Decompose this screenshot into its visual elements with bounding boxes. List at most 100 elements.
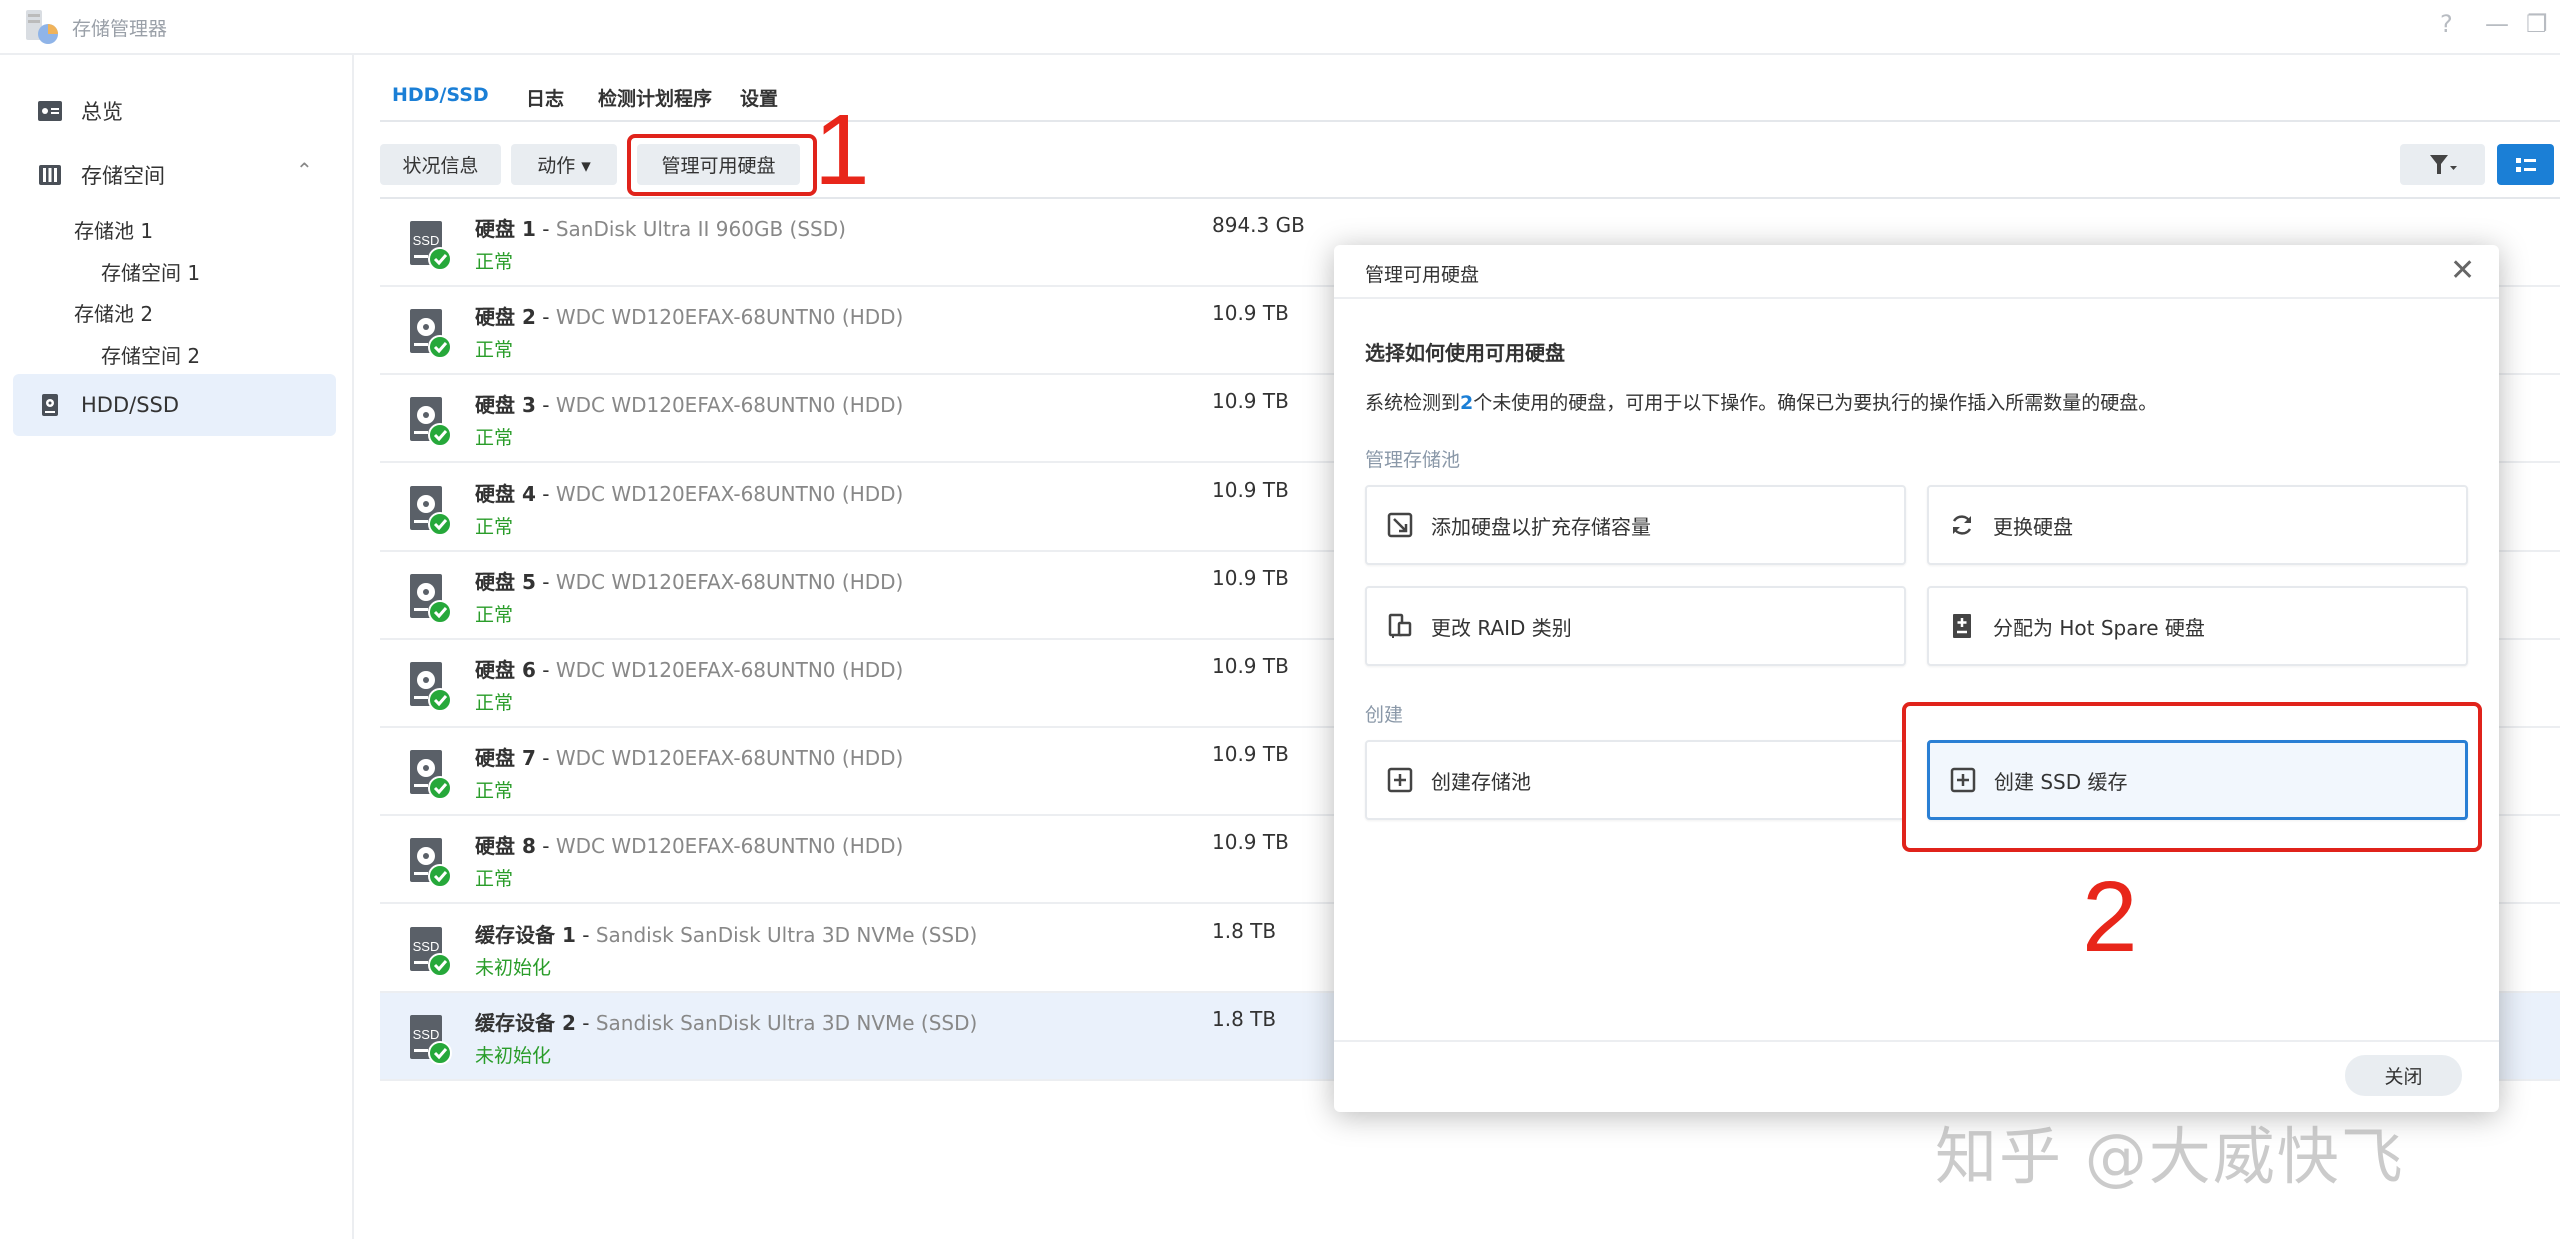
disk-label: 硬盘 6	[475, 658, 536, 682]
sidebar-item-label: 总览	[81, 100, 123, 124]
sidebar: 总览 存储空间 ⌃ 存储池 1 存储空间 1 存储池 2 存储空间 2 HDD/…	[0, 55, 354, 1239]
disk-size: 10.9 TB	[1212, 301, 1289, 326]
disk-name: 缓存设备 2 - Sandisk SanDisk Ultra 3D NVMe (…	[475, 1010, 978, 1035]
sidebar-item-pool-2[interactable]: 存储池 2	[74, 298, 153, 327]
replace-drive-card[interactable]: 更换硬盘	[1927, 485, 2468, 565]
sidebar-item-volume-2[interactable]: 存储空间 2	[101, 340, 200, 369]
card-label: 更改 RAID 类别	[1431, 615, 1572, 640]
restore-icon[interactable]: ❐	[2526, 10, 2548, 38]
tab-hdd-ssd[interactable]: HDD/SSD	[392, 84, 489, 106]
create-pool-card[interactable]: 创建存储池	[1365, 740, 1906, 820]
disk-model: WDC WD120EFAX-68UNTN0 (HDD)	[555, 481, 904, 506]
disk-status: 正常	[475, 427, 514, 450]
hdd-status-icon	[408, 660, 452, 714]
disk-model: WDC WD120EFAX-68UNTN0 (HDD)	[555, 658, 904, 682]
disk-size: 894.3 GB	[1212, 213, 1305, 237]
minimize-icon[interactable]: —	[2485, 10, 2509, 38]
add-drive-expand-card[interactable]: 添加硬盘以扩充存储容量	[1365, 485, 1906, 565]
dialog-heading: 选择如何使用可用硬盘	[1365, 341, 1565, 365]
action-dropdown-button[interactable]: 动作 ▾	[511, 144, 617, 185]
add-box-icon	[1387, 767, 1413, 793]
disk-size: 10.9 TB	[1212, 742, 1289, 767]
disk-model: WDC WD120EFAX-68UNTN0 (HDD)	[555, 569, 904, 594]
disk-size: 1.8 TB	[1212, 918, 1277, 943]
annotation-box-2	[1902, 702, 2482, 852]
disk-name: 硬盘 7 - WDC WD120EFAX-68UNTN0 (HDD)	[475, 746, 904, 771]
ssd-status-icon: SSD	[408, 1013, 452, 1067]
disk-name: 硬盘 4 - WDC WD120EFAX-68UNTN0 (HDD)	[475, 481, 904, 506]
filter-icon	[2429, 154, 2457, 174]
hdd-status-icon	[408, 395, 452, 449]
tab-log[interactable]: 日志	[526, 84, 564, 111]
change-raid-card[interactable]: 更改 RAID 类别	[1365, 586, 1906, 666]
close-button[interactable]: 关闭	[2345, 1055, 2462, 1096]
hdd-status-icon	[408, 748, 452, 802]
section-manage-pool: 管理存储池	[1365, 449, 1461, 471]
unused-drive-count: 2	[1460, 392, 1474, 414]
card-label: 分配为 Hot Spare 硬盘	[1993, 615, 2205, 640]
annotation-step-1: 1	[814, 94, 870, 206]
ssd-status-icon: SSD	[408, 925, 452, 979]
app-title: 存储管理器	[72, 18, 168, 40]
sidebar-item-label: HDD/SSD	[81, 393, 180, 417]
dialog-header: 管理可用硬盘 ✕	[1334, 245, 2499, 299]
raid-icon	[1388, 613, 1412, 638]
disk-model: SanDisk Ultra II 960GB (SSD)	[555, 217, 846, 241]
disk-label: 硬盘 4	[475, 481, 536, 506]
tab-test-schedule[interactable]: 检测计划程序	[598, 84, 712, 111]
disk-status: 正常	[475, 339, 514, 362]
hdd-icon	[42, 394, 58, 416]
disk-size: 10.9 TB	[1212, 477, 1289, 502]
disk-model: Sandisk SanDisk Ultra 3D NVMe (SSD)	[595, 922, 978, 947]
close-icon[interactable]: ✕	[2450, 253, 2475, 288]
disk-label: 硬盘 5	[475, 569, 536, 594]
disk-name: 硬盘 6 - WDC WD120EFAX-68UNTN0 (HDD)	[475, 658, 904, 682]
refresh-icon	[1952, 515, 1972, 535]
annotation-step-2: 2	[2082, 861, 2138, 973]
ssd-status-icon: SSD	[408, 219, 452, 273]
disk-status: 未初始化	[475, 956, 552, 979]
chevron-up-icon[interactable]: ⌃	[296, 158, 313, 182]
disk-label: 硬盘 2	[475, 305, 536, 330]
help-icon[interactable]: ?	[2440, 10, 2453, 38]
disk-name: 硬盘 5 - WDC WD120EFAX-68UNTN0 (HDD)	[475, 569, 904, 594]
disk-name: 硬盘 3 - WDC WD120EFAX-68UNTN0 (HDD)	[475, 393, 904, 418]
disk-name: 硬盘 1 - SanDisk Ultra II 960GB (SSD)	[475, 217, 846, 241]
storage-icon	[39, 165, 61, 185]
title-bar: 存储管理器 ? — ❐	[0, 0, 2560, 55]
disk-status: 正常	[475, 780, 514, 803]
sidebar-item-pool-1[interactable]: 存储池 1	[74, 215, 153, 244]
hdd-status-icon	[408, 836, 452, 890]
hdd-status-icon	[408, 307, 452, 361]
list-view-icon	[2515, 157, 2536, 172]
disk-status: 正常	[475, 868, 514, 891]
disk-status: 正常	[475, 603, 514, 626]
disk-name: 硬盘 2 - WDC WD120EFAX-68UNTN0 (HDD)	[475, 305, 904, 330]
filter-button[interactable]	[2400, 144, 2485, 185]
disk-status: 正常	[475, 515, 514, 538]
list-view-button[interactable]	[2497, 144, 2554, 185]
sidebar-item-storage[interactable]: 存储空间 ⌃	[13, 144, 336, 206]
overview-icon	[38, 101, 62, 121]
manage-drives-dialog: 管理可用硬盘 ✕ 选择如何使用可用硬盘 系统检测到2个未使用的硬盘，可用于以下操…	[1334, 245, 2499, 1112]
disk-label: 硬盘 7	[475, 746, 536, 771]
tab-settings[interactable]: 设置	[740, 84, 778, 111]
dialog-description: 系统检测到2个未使用的硬盘，可用于以下操作。确保已为要执行的操作插入所需数量的硬…	[1365, 388, 2157, 415]
card-label: 添加硬盘以扩充存储容量	[1431, 514, 1651, 539]
disk-status: 正常	[475, 251, 514, 273]
disk-model: WDC WD120EFAX-68UNTN0 (HDD)	[555, 393, 904, 418]
hot-spare-card[interactable]: 分配为 Hot Spare 硬盘	[1927, 586, 2468, 666]
svg-text:SSD: SSD	[413, 233, 440, 248]
sidebar-item-label: 存储空间	[81, 164, 165, 188]
status-info-button[interactable]: 状况信息	[380, 144, 501, 185]
disk-model: WDC WD120EFAX-68UNTN0 (HDD)	[555, 305, 904, 330]
sidebar-item-volume-1[interactable]: 存储空间 1	[101, 257, 200, 286]
svg-text:SSD: SSD	[413, 939, 440, 954]
sidebar-item-overview[interactable]: 总览	[13, 80, 336, 142]
disk-label: 硬盘 3	[475, 393, 536, 418]
disk-name: 硬盘 8 - WDC WD120EFAX-68UNTN0 (HDD)	[475, 834, 904, 859]
desc-text: 个未使用的硬盘，可用于以下操作。确保已为要执行的操作插入所需数量的硬盘。	[1473, 392, 2158, 414]
disk-status: 未初始化	[475, 1044, 552, 1067]
card-label: 创建存储池	[1431, 769, 1531, 794]
sidebar-item-hdd-ssd[interactable]: HDD/SSD	[13, 374, 336, 436]
